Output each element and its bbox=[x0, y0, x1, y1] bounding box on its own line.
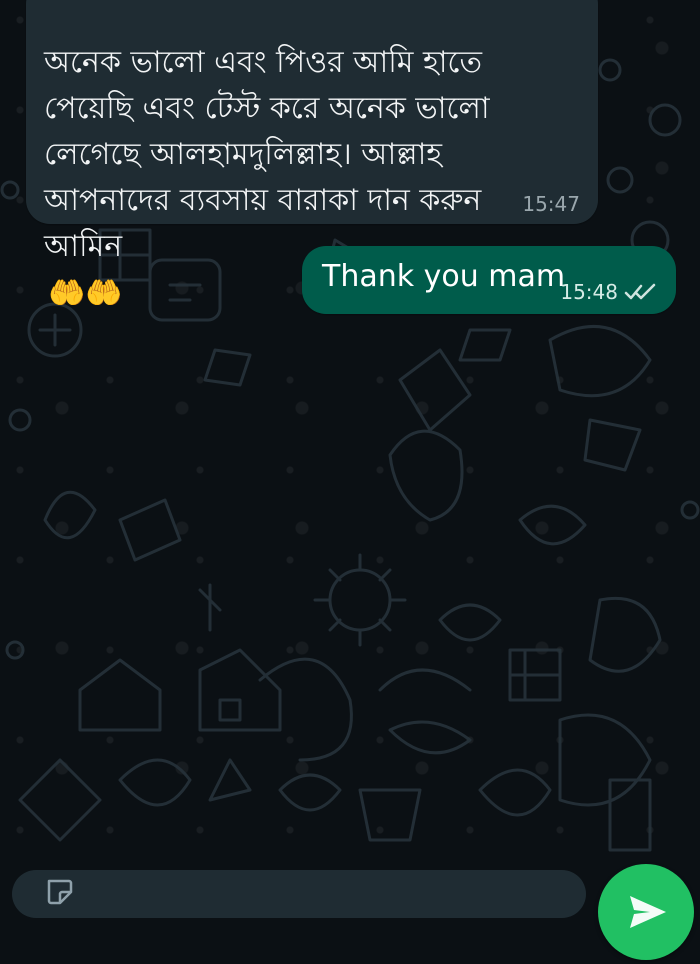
raising-hands-emoji: 🤲🤲 bbox=[48, 275, 123, 311]
outgoing-message-meta: 15:48 bbox=[560, 280, 658, 304]
send-button[interactable] bbox=[598, 864, 694, 960]
outgoing-message-bubble[interactable]: Thank you mam 15:48 bbox=[302, 246, 676, 314]
double-check-icon bbox=[624, 283, 656, 300]
incoming-message-time: 15:47 bbox=[522, 192, 580, 216]
chat-messages: অনেক ভালো এবং পিওর আমি হাতে পেয়েছি এবং … bbox=[0, 0, 700, 900]
incoming-message-body: অনেক ভালো এবং পিওর আমি হাতে পেয়েছি এবং … bbox=[44, 45, 490, 264]
outgoing-message-text: Thank you mam bbox=[322, 259, 566, 294]
send-icon bbox=[630, 896, 666, 928]
outgoing-message-time: 15:48 bbox=[560, 280, 618, 304]
sticker-icon[interactable] bbox=[42, 874, 76, 908]
message-composer[interactable] bbox=[12, 870, 586, 918]
incoming-message-bubble[interactable]: অনেক ভালো এবং পিওর আমি হাতে পেয়েছি এবং … bbox=[26, 0, 598, 311]
